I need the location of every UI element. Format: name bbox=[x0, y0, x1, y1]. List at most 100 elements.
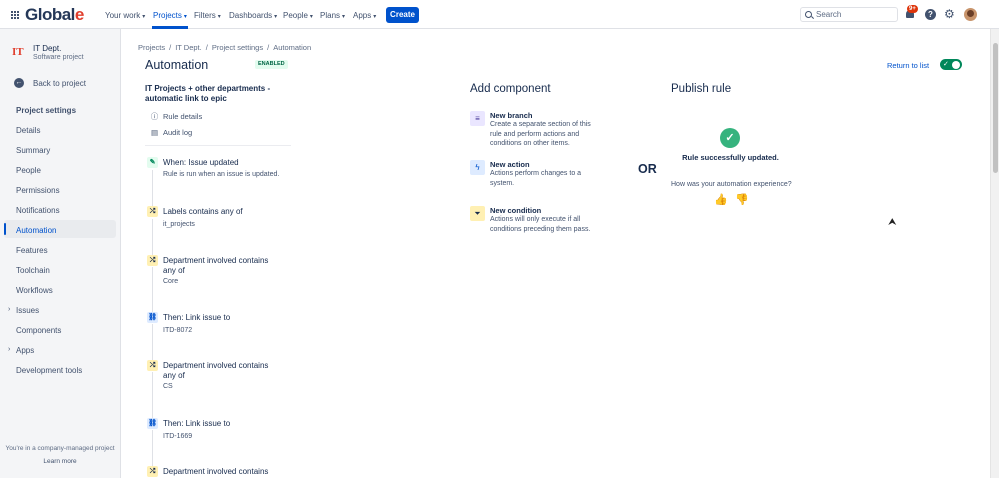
logo[interactable]: Globale bbox=[25, 5, 84, 25]
mouse-cursor-icon: ⮝ bbox=[888, 217, 897, 228]
search-box[interactable] bbox=[800, 7, 898, 22]
page-scrollbar[interactable] bbox=[990, 29, 999, 478]
component-description: Actions perform changes to a system. bbox=[490, 170, 582, 187]
step-description: ITD-8072 bbox=[163, 327, 193, 334]
settings-gear-icon[interactable]: ⚙ bbox=[944, 8, 955, 20]
chevron-down-icon: ▾ bbox=[342, 14, 346, 20]
nav-dashboards[interactable]: Dashboards ▾ bbox=[229, 11, 277, 20]
project-type: Software project bbox=[33, 54, 84, 61]
breadcrumb-separator: / bbox=[205, 43, 208, 52]
component-description: Actions will only execute if all conditi… bbox=[490, 216, 591, 233]
or-separator: OR bbox=[638, 162, 657, 176]
nav-filters[interactable]: Filters ▾ bbox=[194, 11, 221, 20]
rule-details-link[interactable]: ⓘ Rule details bbox=[150, 111, 202, 122]
sidebar-item-components[interactable]: Components bbox=[16, 326, 61, 335]
audit-log-link[interactable]: ▤ Audit log bbox=[150, 128, 192, 137]
create-button[interactable]: Create bbox=[386, 7, 419, 23]
help-icon[interactable]: ? bbox=[925, 9, 936, 20]
breadcrumb-project-settings[interactable]: Project settings bbox=[212, 43, 263, 52]
project-icon: IT bbox=[12, 46, 24, 58]
nav-people[interactable]: People ▾ bbox=[283, 11, 313, 20]
sidebar-item-people[interactable]: People bbox=[16, 166, 41, 175]
component-title: New action bbox=[490, 160, 530, 169]
chevron-right-icon[interactable]: › bbox=[8, 306, 10, 313]
connector-line bbox=[152, 324, 153, 360]
step-description: ITD-1669 bbox=[163, 433, 193, 440]
sidebar-item-notifications[interactable]: Notifications bbox=[16, 206, 60, 215]
step-title: Department involved contains any of bbox=[163, 256, 269, 275]
component-title: New branch bbox=[490, 111, 533, 120]
arrow-left-icon[interactable]: ← bbox=[14, 78, 24, 88]
sidebar-item-summary[interactable]: Summary bbox=[16, 146, 50, 155]
check-circle-icon: ✓ bbox=[720, 128, 740, 148]
notification-count-badge: 9+ bbox=[907, 5, 918, 13]
breadcrumb-automation[interactable]: Automation bbox=[273, 43, 311, 52]
nav-apps[interactable]: Apps ▾ bbox=[353, 11, 376, 20]
breadcrumb: Projects / IT Dept. / Project settings / Autom… bbox=[138, 43, 311, 52]
rule-enabled-toggle[interactable] bbox=[940, 59, 962, 70]
thumbs-up-icon[interactable]: 👍 bbox=[714, 194, 728, 206]
scrollbar-thumb[interactable] bbox=[993, 43, 998, 173]
info-icon: ⓘ bbox=[150, 112, 159, 121]
step-title: Department involved contains any of bbox=[163, 361, 269, 380]
thumbs-down-icon[interactable]: 👎 bbox=[735, 194, 749, 206]
search-input[interactable] bbox=[816, 9, 896, 20]
sidebar-item-toolchain[interactable]: Toolchain bbox=[16, 266, 50, 275]
success-message: Rule successfully updated. bbox=[682, 153, 779, 162]
chevron-down-icon: ▾ bbox=[274, 14, 278, 20]
active-item-indicator bbox=[4, 223, 6, 235]
lightning-icon: ϟ bbox=[470, 160, 485, 175]
sidebar-item-permissions[interactable]: Permissions bbox=[16, 186, 60, 195]
feedback-question: How was your automation experience? bbox=[671, 181, 792, 188]
back-to-project-link[interactable]: Back to project bbox=[33, 79, 86, 88]
sidebar-item-workflows[interactable]: Workflows bbox=[16, 286, 53, 295]
sidebar-item-automation[interactable]: Automation bbox=[16, 226, 56, 235]
component-description: Create a separate section of this rule a… bbox=[490, 121, 591, 147]
step-title: Labels contains any of bbox=[163, 207, 243, 216]
breadcrumb-separator: / bbox=[169, 43, 172, 52]
connector-line bbox=[152, 170, 153, 206]
top-navigation: Globale Your work ▾ Projects ▾ Filters ▾ Da… bbox=[0, 0, 999, 29]
chevron-down-icon: ▾ bbox=[217, 14, 221, 20]
link-icon: ⛓ bbox=[147, 312, 158, 323]
learn-more-link[interactable]: Learn more bbox=[0, 458, 120, 465]
project-name: IT Dept. bbox=[33, 44, 62, 53]
sidebar-item-details[interactable]: Details bbox=[16, 126, 40, 135]
step-title: When: Issue updated bbox=[163, 158, 239, 167]
active-nav-indicator bbox=[152, 26, 188, 29]
shuffle-icon: ⤮ bbox=[147, 255, 158, 266]
company-managed-note: You're in a company-managed project bbox=[5, 445, 115, 452]
publish-rule-heading: Publish rule bbox=[671, 83, 732, 95]
user-avatar[interactable] bbox=[964, 8, 977, 21]
rule-name: IT Projects + other departments - automa… bbox=[145, 84, 271, 103]
nav-your-work[interactable]: Your work ▾ bbox=[105, 11, 145, 20]
pencil-icon: ✎ bbox=[147, 157, 158, 168]
nav-projects[interactable]: Projects ▾ bbox=[153, 11, 187, 20]
breadcrumb-projects[interactable]: Projects bbox=[138, 43, 165, 52]
chevron-down-icon: ▾ bbox=[142, 14, 146, 20]
step-description: it_projects bbox=[163, 221, 195, 228]
sidebar: IT IT Dept. Software project ← Back to p… bbox=[0, 29, 121, 478]
status-badge: ENABLED bbox=[255, 60, 288, 69]
project-settings-heading: Project settings bbox=[16, 106, 77, 115]
sidebar-item-issues[interactable]: Issues bbox=[16, 306, 39, 315]
return-to-list-link[interactable]: Return to list bbox=[887, 61, 929, 70]
breadcrumb-separator: / bbox=[267, 43, 270, 52]
chevron-down-icon: ▾ bbox=[309, 14, 313, 20]
app-switcher-icon[interactable] bbox=[11, 11, 19, 19]
connector-line bbox=[152, 267, 153, 313]
shuffle-icon: ⤮ bbox=[147, 360, 158, 371]
breadcrumb-project[interactable]: IT Dept. bbox=[175, 43, 202, 52]
sidebar-item-development-tools[interactable]: Development tools bbox=[16, 366, 82, 375]
page-title: Automation bbox=[145, 58, 209, 72]
divider bbox=[145, 145, 291, 146]
document-icon: ▤ bbox=[150, 128, 159, 137]
connector-line bbox=[152, 372, 153, 418]
filter-icon: ⏷ bbox=[470, 206, 485, 221]
sidebar-item-apps[interactable]: Apps bbox=[16, 346, 34, 355]
add-component-heading: Add component bbox=[470, 83, 551, 95]
component-title: New condition bbox=[490, 206, 542, 215]
chevron-right-icon[interactable]: › bbox=[8, 346, 10, 353]
sidebar-item-features[interactable]: Features bbox=[16, 246, 48, 255]
nav-plans[interactable]: Plans ▾ bbox=[320, 11, 345, 20]
